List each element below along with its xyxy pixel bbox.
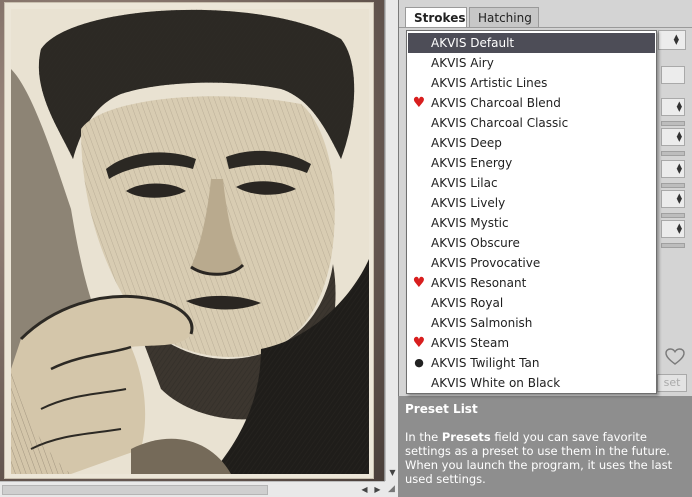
preset-item-label: AKVIS Lively [431, 196, 506, 210]
param-field-5[interactable]: ▲ ▼ [661, 190, 685, 208]
no-mark [412, 293, 426, 313]
preset-item-label: AKVIS Salmonish [431, 316, 533, 330]
param-slider-6[interactable] [661, 243, 685, 248]
heart-outline-icon[interactable] [665, 348, 685, 366]
preset-item-label: AKVIS Resonant [431, 276, 527, 290]
resize-grip-icon: ◢ [385, 481, 398, 497]
param-field-2[interactable]: ▲ ▼ [661, 98, 685, 116]
preset-item-label: AKVIS Default [431, 36, 515, 50]
no-mark [412, 33, 426, 53]
no-mark [412, 213, 426, 233]
spin-arrows-icon[interactable]: ▲ ▼ [677, 223, 682, 235]
preset-item[interactable]: AKVIS Deep [408, 133, 655, 153]
preset-item-label: AKVIS Charcoal Classic [431, 116, 569, 130]
preset-item[interactable]: ♥ AKVIS Resonant [408, 273, 655, 293]
preset-item-label: AKVIS Lilac [431, 176, 498, 190]
reset-button[interactable]: set [657, 374, 687, 392]
preset-item[interactable]: AKVIS Lilac [408, 173, 655, 193]
param-slider-5[interactable] [661, 213, 685, 218]
help-text-before: In the [405, 430, 442, 444]
tab-hatching[interactable]: Hatching [469, 7, 539, 28]
spin-arrows-icon[interactable]: ▲ ▼ [677, 101, 682, 113]
preset-item[interactable]: AKVIS Provocative [408, 253, 655, 273]
preset-item[interactable]: AKVIS Salmonish [408, 313, 655, 333]
preset-item-label: AKVIS Energy [431, 156, 513, 170]
no-mark [412, 253, 426, 273]
preset-item-label: AKVIS Artistic Lines [431, 76, 548, 90]
no-mark [412, 313, 426, 333]
preset-item-label: AKVIS Twilight Tan [431, 356, 540, 370]
dot-icon: ● [414, 356, 424, 369]
help-title: Preset List [405, 402, 478, 416]
preset-item[interactable]: AKVIS Obscure [408, 233, 655, 253]
param-slider-3[interactable] [661, 151, 685, 156]
spin-arrows-icon[interactable]: ▲ ▼ [677, 131, 682, 143]
help-text-bold: Presets [441, 430, 491, 444]
no-mark [412, 153, 426, 173]
preset-item[interactable]: ● AKVIS Twilight Tan [408, 353, 655, 373]
heart-icon: ♥ [412, 275, 426, 291]
scroll-down-arrow-icon[interactable]: ▼ [387, 466, 398, 479]
no-mark [412, 173, 426, 193]
no-mark [412, 193, 426, 213]
preset-item[interactable]: AKVIS Royal [408, 293, 655, 313]
preset-item-label: AKVIS Deep [431, 136, 502, 150]
preset-item-label: AKVIS Provocative [431, 256, 541, 270]
preset-dropdown-list[interactable]: AKVIS Default AKVIS Airy AKVIS Artistic Li… [406, 30, 657, 394]
image-frame [4, 2, 374, 479]
param-field-4[interactable]: ▲ ▼ [661, 160, 685, 178]
preset-item[interactable]: AKVIS Default [408, 33, 655, 53]
scroll-right-arrow-icon[interactable]: ▶ [371, 484, 384, 496]
preset-item[interactable]: AKVIS Artistic Lines [408, 73, 655, 93]
help-panel: Preset List In the Presets field you can… [398, 396, 692, 497]
preset-item[interactable]: AKVIS Charcoal Classic [408, 113, 655, 133]
image-canvas[interactable] [0, 0, 384, 481]
preset-item[interactable]: AKVIS Airy [408, 53, 655, 73]
preset-item[interactable]: ♥ AKVIS Charcoal Blend [408, 93, 655, 113]
no-mark [412, 113, 426, 133]
param-field-1[interactable] [661, 66, 685, 84]
param-field-3[interactable]: ▲ ▼ [661, 128, 685, 146]
no-mark [412, 233, 426, 253]
param-field-6[interactable]: ▲ ▼ [661, 220, 685, 238]
spin-arrows-icon[interactable]: ▲ ▼ [677, 163, 682, 175]
preset-item[interactable]: AKVIS Energy [408, 153, 655, 173]
heart-icon: ♥ [412, 95, 426, 111]
preset-item-label: AKVIS Obscure [431, 236, 520, 250]
no-mark [412, 73, 426, 93]
preset-item-label: AKVIS Royal [431, 296, 504, 310]
scroll-left-arrow-icon[interactable]: ◀ [358, 484, 371, 496]
spin-arrows-icon[interactable]: ▲ ▼ [674, 34, 679, 46]
preset-item-label: AKVIS Mystic [431, 216, 509, 230]
help-text: In the Presets field you can save favori… [405, 430, 685, 486]
preset-item-label: AKVIS Charcoal Blend [431, 96, 561, 110]
spin-arrows-icon[interactable]: ▲ ▼ [677, 193, 682, 205]
vertical-scrollbar[interactable]: ▼ [385, 0, 398, 481]
no-mark [412, 133, 426, 153]
preset-combo-arrow[interactable]: ▲ ▼ [658, 30, 686, 50]
preset-item-label: AKVIS Steam [431, 336, 510, 350]
horizontal-scroll-thumb[interactable] [2, 485, 268, 495]
param-slider-4[interactable] [661, 183, 685, 188]
preset-item-label: AKVIS White on Black [431, 376, 561, 390]
preset-item[interactable]: AKVIS Lively [408, 193, 655, 213]
tab-strokes[interactable]: Strokes [405, 7, 467, 28]
no-mark [412, 53, 426, 73]
no-mark [412, 373, 426, 393]
preset-item[interactable]: AKVIS White on Black [408, 373, 655, 393]
tab-bar: Strokes Hatching [399, 0, 692, 28]
preset-item[interactable]: ♥ AKVIS Steam [408, 333, 655, 353]
sketch-preview-image [11, 9, 369, 474]
preset-item-label: AKVIS Airy [431, 56, 494, 70]
heart-icon: ♥ [412, 335, 426, 351]
param-slider-2[interactable] [661, 121, 685, 126]
horizontal-scrollbar[interactable]: ◀ ▶ [0, 481, 398, 497]
preset-item[interactable]: AKVIS Mystic [408, 213, 655, 233]
